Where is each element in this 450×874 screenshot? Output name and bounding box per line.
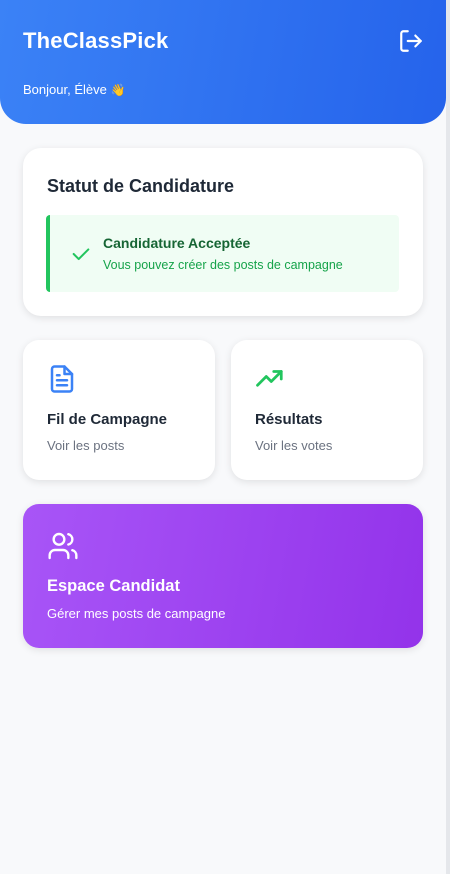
- greeting: Bonjour, Élève 👋: [23, 82, 126, 97]
- check-icon: [72, 248, 90, 261]
- results-subtitle: Voir les votes: [255, 438, 333, 453]
- campaign-feed-tile[interactable]: Fil de Campagne Voir les posts: [23, 340, 215, 480]
- status-heading: Candidature Acceptée: [103, 235, 251, 251]
- application-status-card: Statut de Candidature Candidature Accept…: [23, 148, 423, 316]
- results-tile[interactable]: Résultats Voir les votes: [231, 340, 423, 480]
- scrollbar[interactable]: [446, 0, 450, 874]
- candidate-space-card[interactable]: Espace Candidat Gérer mes posts de campa…: [23, 504, 423, 648]
- waving-hand-icon: 👋: [110, 83, 126, 97]
- status-accepted-banner: Candidature Acceptée Vous pouvez créer d…: [46, 215, 399, 292]
- document-icon: [50, 365, 74, 393]
- campaign-feed-title: Fil de Campagne: [47, 411, 168, 428]
- greeting-text: Bonjour, Élève: [23, 82, 107, 97]
- logout-button[interactable]: [398, 28, 424, 54]
- results-title: Résultats: [255, 411, 323, 428]
- campaign-feed-subtitle: Voir les posts: [47, 438, 125, 453]
- candidate-space-subtitle: Gérer mes posts de campagne: [47, 606, 226, 621]
- logout-icon: [400, 30, 422, 52]
- app-title: TheClassPick: [23, 28, 169, 53]
- status-card-title: Statut de Candidature: [47, 176, 235, 196]
- trending-up-icon: [256, 370, 283, 387]
- users-icon: [48, 532, 78, 560]
- candidate-space-title: Espace Candidat: [47, 577, 180, 595]
- app-header: TheClassPick Bonjour, Élève 👋: [0, 0, 446, 124]
- status-message: Vous pouvez créer des posts de campagne: [103, 258, 343, 272]
